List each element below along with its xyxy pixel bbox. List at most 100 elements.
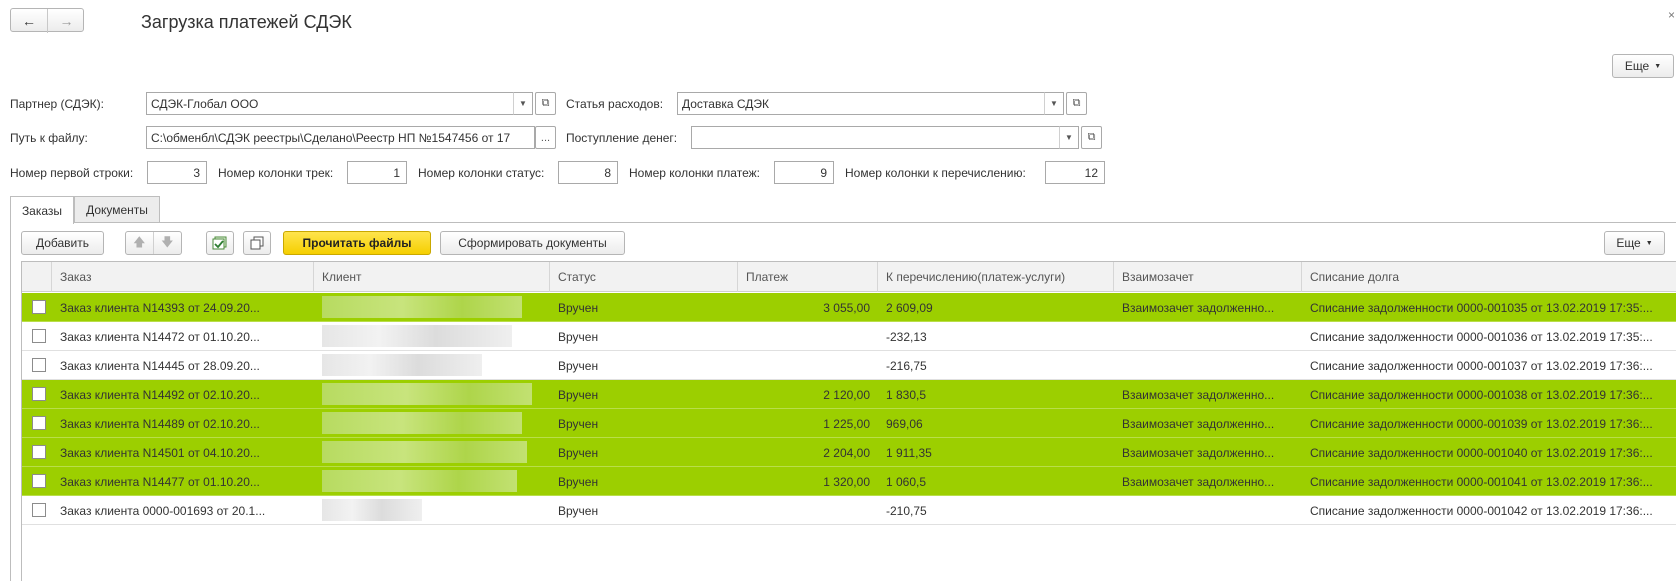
- cell-status: Вручен: [558, 330, 599, 344]
- cell-client-redacted: [322, 354, 482, 376]
- cell-writeoff: Списание задолженности 0000-001037 от 13…: [1310, 359, 1653, 373]
- expense-dropdown[interactable]: ▼: [1044, 92, 1064, 115]
- header-payment[interactable]: Платеж: [738, 262, 878, 292]
- tab-documents[interactable]: Документы: [74, 196, 160, 223]
- cell-status: Вручен: [558, 359, 599, 373]
- cell-transfer: -232,13: [886, 330, 927, 344]
- cell-offset: Взаимозачет задолженно...: [1122, 301, 1275, 315]
- header-order[interactable]: Заказ: [52, 262, 314, 292]
- transfer-col-field[interactable]: 12: [1045, 161, 1105, 184]
- partner-field[interactable]: СДЭК-Глобал ООО: [146, 92, 516, 115]
- row-checkbox[interactable]: [32, 358, 46, 372]
- forward-button[interactable]: →: [48, 9, 85, 33]
- income-field[interactable]: [691, 126, 1062, 149]
- payment-col-label: Номер колонки платеж:: [629, 166, 760, 180]
- check-all-button[interactable]: [206, 231, 234, 255]
- cell-payment: [738, 351, 878, 380]
- table-row[interactable]: Заказ клиента 0000-001693 от 20.1... Вруч…: [22, 496, 1676, 525]
- cell-transfer: -216,75: [886, 359, 927, 373]
- row-checkbox[interactable]: [32, 474, 46, 488]
- forward-arrow-icon: →: [59, 13, 74, 29]
- cell-order: Заказ клиента N14501 от 04.10.20...: [60, 446, 260, 460]
- cell-order: Заказ клиента N14445 от 28.09.20...: [60, 359, 260, 373]
- more-button-top[interactable]: Еще ▼: [1612, 54, 1674, 78]
- filepath-field[interactable]: C:\обменбл\СДЭК реестры\Сделано\Реестр Н…: [146, 126, 535, 149]
- cell-order: Заказ клиента 0000-001693 от 20.1...: [60, 504, 266, 518]
- income-open-button[interactable]: ⧉: [1081, 126, 1102, 149]
- row-checkbox[interactable]: [32, 503, 46, 517]
- cell-payment: 1 225,00: [823, 417, 870, 431]
- cell-transfer: 1 911,35: [886, 446, 932, 460]
- cell-order: Заказ клиента N14489 от 02.10.20...: [60, 417, 260, 431]
- cell-client-redacted: [322, 441, 527, 463]
- move-up-button[interactable]: 🡅: [126, 232, 154, 254]
- row-checkbox[interactable]: [32, 445, 46, 459]
- chevron-down-icon: ▼: [1050, 99, 1058, 108]
- more-label: Еще: [1616, 236, 1641, 250]
- income-label: Поступление денег:: [566, 131, 678, 145]
- header-checkbox-column: [22, 262, 52, 292]
- cell-order: Заказ клиента N14492 от 02.10.20...: [60, 388, 260, 402]
- payment-col-field[interactable]: 9: [774, 161, 834, 184]
- copy-icon: [250, 236, 264, 250]
- table-row[interactable]: Заказ клиента N14393 от 24.09.20... Вруче…: [22, 293, 1676, 322]
- table-row[interactable]: Заказ клиента N14472 от 01.10.20... Вруче…: [22, 322, 1676, 351]
- tab-orders[interactable]: Заказы: [10, 196, 74, 224]
- cell-status: Вручен: [558, 388, 599, 402]
- expense-field[interactable]: Доставка СДЭК: [677, 92, 1047, 115]
- back-button[interactable]: ←: [11, 9, 48, 33]
- filepath-label: Путь к файлу:: [10, 131, 88, 145]
- make-documents-button[interactable]: Сформировать документы: [440, 231, 625, 255]
- table-row[interactable]: Заказ клиента N14492 от 02.10.20... Вруче…: [22, 380, 1676, 409]
- partner-open-button[interactable]: ⧉: [535, 92, 556, 115]
- table-row[interactable]: Заказ клиента N14501 от 04.10.20... Вруче…: [22, 438, 1676, 467]
- cell-writeoff: Списание задолженности 0000-001036 от 13…: [1310, 330, 1653, 344]
- close-icon[interactable]: ×: [1668, 8, 1675, 22]
- track-col-field[interactable]: 1: [347, 161, 407, 184]
- header-status[interactable]: Статус: [550, 262, 738, 292]
- read-files-button[interactable]: Прочитать файлы: [283, 231, 431, 255]
- cell-writeoff: Списание задолженности 0000-001042 от 13…: [1310, 504, 1653, 518]
- cell-payment: 2 120,00: [823, 388, 870, 402]
- copy-button[interactable]: [243, 231, 271, 255]
- more-label: Еще: [1624, 59, 1650, 73]
- row-checkbox[interactable]: [32, 300, 46, 314]
- expense-open-button[interactable]: ⧉: [1066, 92, 1087, 115]
- row-checkbox[interactable]: [32, 416, 46, 430]
- cell-offset: Взаимозачет задолженно...: [1122, 475, 1275, 489]
- open-form-icon: ⧉: [1087, 131, 1096, 143]
- more-button-table[interactable]: Еще ▼: [1604, 231, 1665, 255]
- move-down-button[interactable]: 🡇: [154, 232, 181, 254]
- cell-payment: 1 320,00: [823, 475, 870, 489]
- cell-order: Заказ клиента N14472 от 01.10.20...: [60, 330, 260, 344]
- cell-status: Вручен: [558, 446, 599, 460]
- header-transfer[interactable]: К перечислению(платеж-услуги): [878, 262, 1114, 292]
- header-offset[interactable]: Взаимозачет: [1114, 262, 1302, 292]
- arrow-down-icon: 🡇: [161, 234, 174, 249]
- partner-label: Партнер (СДЭК):: [10, 97, 104, 111]
- filepath-browse-button[interactable]: ...: [535, 126, 556, 149]
- table-row[interactable]: Заказ клиента N14489 от 02.10.20... Вруче…: [22, 409, 1676, 438]
- status-col-field[interactable]: 8: [558, 161, 618, 184]
- track-col-label: Номер колонки трек:: [218, 166, 334, 180]
- row-checkbox[interactable]: [32, 387, 46, 401]
- first-row-field[interactable]: 3: [147, 161, 207, 184]
- partner-dropdown[interactable]: ▼: [513, 92, 533, 115]
- row-checkbox[interactable]: [32, 329, 46, 343]
- cell-writeoff: Списание задолженности 0000-001041 от 13…: [1310, 475, 1653, 489]
- table-row[interactable]: Заказ клиента N14445 от 28.09.20... Вруче…: [22, 351, 1676, 380]
- back-arrow-icon: ←: [22, 13, 36, 29]
- page-title: Загрузка платежей СДЭК: [141, 12, 352, 32]
- cell-status: Вручен: [558, 504, 599, 518]
- cell-client-redacted: [322, 296, 522, 318]
- arrow-up-icon: 🡅: [133, 234, 146, 249]
- income-dropdown[interactable]: ▼: [1059, 126, 1079, 149]
- header-client[interactable]: Клиент: [314, 262, 550, 292]
- cell-transfer: 1 830,5: [886, 388, 927, 402]
- header-writeoff[interactable]: Списание долга: [1302, 262, 1676, 292]
- chevron-down-icon: ▼: [1645, 239, 1653, 247]
- table-row[interactable]: Заказ клиента N14477 от 01.10.20... Вруче…: [22, 467, 1676, 496]
- cell-writeoff: Списание задолженности 0000-001038 от 13…: [1310, 388, 1653, 402]
- add-button[interactable]: Добавить: [21, 231, 104, 255]
- cell-payment: [738, 322, 878, 351]
